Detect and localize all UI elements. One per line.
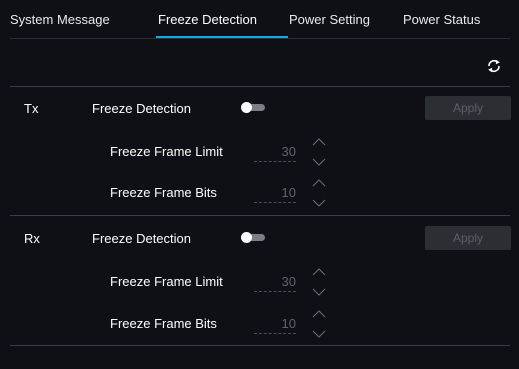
rx-freeze-detection-label: Freeze Detection	[92, 231, 191, 246]
chevron-up-icon[interactable]	[312, 268, 326, 276]
rx-freeze-frame-bits-input[interactable]	[254, 313, 296, 334]
tx-freeze-detection-label: Freeze Detection	[92, 101, 191, 116]
tab-power-status[interactable]: Power Status	[403, 12, 480, 27]
active-tab-indicator	[156, 36, 288, 38]
tab-system-message[interactable]: System Message	[10, 12, 110, 27]
rx-freeze-frame-limit-input[interactable]	[254, 271, 296, 292]
rx-freeze-frame-bits-label: Freeze Frame Bits	[110, 316, 217, 331]
rx-freeze-detection-toggle[interactable]	[241, 232, 265, 243]
tab-freeze-detection[interactable]: Freeze Detection	[158, 12, 257, 27]
divider-middle	[10, 215, 510, 216]
divider-bottom	[10, 345, 510, 346]
tx-freeze-frame-bits-stepper	[312, 179, 326, 209]
chevron-down-icon[interactable]	[312, 288, 326, 296]
chevron-up-icon[interactable]	[312, 310, 326, 318]
rx-freeze-frame-limit-stepper	[312, 268, 326, 298]
rx-freeze-frame-limit-label: Freeze Frame Limit	[110, 274, 223, 289]
chevron-down-icon[interactable]	[312, 199, 326, 207]
toggle-knob	[241, 232, 252, 243]
refresh-icon[interactable]	[486, 58, 502, 74]
rx-apply-button[interactable]: Apply	[425, 226, 511, 250]
tx-freeze-frame-limit-input[interactable]	[254, 141, 296, 162]
tab-power-setting[interactable]: Power Setting	[289, 12, 370, 27]
tx-freeze-frame-limit-label: Freeze Frame Limit	[110, 144, 223, 159]
tx-apply-button[interactable]: Apply	[425, 96, 511, 120]
chevron-down-icon[interactable]	[312, 158, 326, 166]
rx-label: Rx	[24, 231, 40, 246]
tx-freeze-frame-bits-input[interactable]	[254, 182, 296, 203]
tx-freeze-frame-limit-stepper	[312, 138, 326, 168]
chevron-down-icon[interactable]	[312, 330, 326, 338]
tx-freeze-frame-bits-label: Freeze Frame Bits	[110, 185, 217, 200]
chevron-up-icon[interactable]	[312, 179, 326, 187]
tx-label: Tx	[24, 101, 39, 116]
toggle-knob	[241, 102, 252, 113]
chevron-up-icon[interactable]	[312, 138, 326, 146]
divider-top	[10, 86, 510, 87]
tx-freeze-detection-toggle[interactable]	[241, 102, 265, 113]
rx-freeze-frame-bits-stepper	[312, 310, 326, 340]
tab-bar: System Message Freeze Detection Power Se…	[10, 0, 510, 39]
